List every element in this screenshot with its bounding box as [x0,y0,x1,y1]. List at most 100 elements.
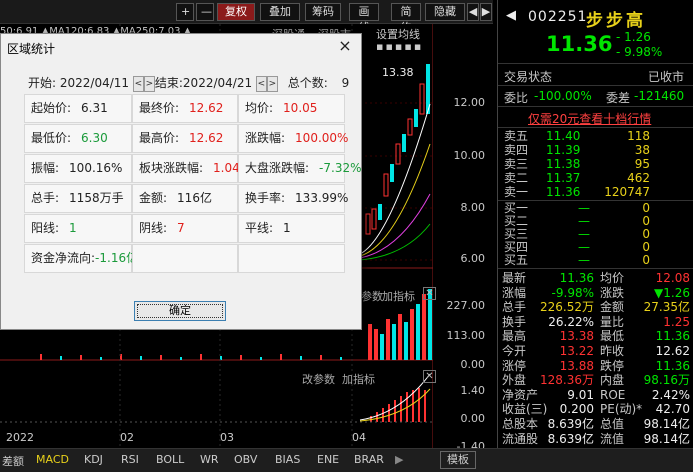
stat-value: 42.70 [655,402,690,417]
sell-label: 卖二 [504,171,529,185]
volume-baseline [40,354,342,360]
close-icon[interactable]: × [337,36,353,55]
stat-label: 跌停 [600,358,625,373]
stat-value: 10.05 [283,101,318,115]
stat-row: 涨幅 -9.98% 涨跌 ▼1.26 [498,286,693,301]
sell-price: 11.36 [546,185,581,199]
sell-price: 11.39 [546,143,581,157]
end-next-button[interactable]: > [266,75,278,92]
stat-value: 128.36万 [540,373,594,388]
stat-label: 内盘 [600,373,625,388]
stat-row: 换手 26.22% 量比 1.25 [498,315,693,330]
stat-label: 总手: [31,191,60,205]
stat-value: 133.99% [295,191,349,205]
tab-kdj[interactable]: KDJ [84,453,103,466]
next-arrow-icon[interactable]: ▶ [480,3,492,21]
yincang-dropdown[interactable]: 隐藏 ▾ [425,3,465,34]
macd-change-params-link[interactable]: 改参数 [302,371,335,387]
stat-cell: 阴线: 7 [132,214,238,243]
stat-cell: 起始价: 6.31 [24,94,132,123]
macd-add-indicator-link[interactable]: 加指标 [342,371,375,387]
candle [365,213,371,235]
quote-panel: ◀ 002251 步步高 11.36 - 1.26 - 9.98% 交易状态 已… [497,0,693,448]
vol-tick-227: 227.00 [446,299,486,312]
start-next-button[interactable]: > [143,75,155,92]
stat-label: ROE [600,387,626,402]
stat-label: 最低价: [31,131,72,145]
ok-button[interactable]: 确定 [134,301,226,321]
sell-price: 11.37 [546,171,581,185]
chouma-button[interactable]: 筹码● [305,3,341,32]
tab-brar[interactable]: BRAR [354,453,384,466]
sell-row-5: 卖五 11.40 118 [498,129,693,144]
prev-arrow-icon[interactable]: ◀ [467,3,479,21]
stat-row: 外盘 128.36万 内盘 98.16万 [498,373,693,388]
promo-link[interactable]: 仅需20元查看十档行情 [528,110,651,127]
candle [419,83,425,115]
tab-macd[interactable]: MACD [36,453,69,466]
stat-cell: 金额: 116亿 [132,184,238,213]
candle [395,143,401,165]
stat-label: 涨幅 [502,285,527,300]
stat-value: 12.62 [189,101,224,115]
stat-value: 1 [283,221,291,235]
zoom-out-button[interactable]: — [196,3,214,21]
huaxian-button[interactable]: 画线 [349,3,379,34]
stat-value: 226.52万 [540,300,594,315]
sell-vol: 95 [634,157,650,171]
tab-rsi[interactable]: RSI [121,453,139,466]
tab-obv[interactable]: OBV [234,453,257,466]
date-04: 04 [352,431,366,444]
end-prev-button[interactable]: < [255,75,267,92]
stat-value: 8.639亿 [547,417,594,431]
fuquan-dropdown[interactable]: 复权 ▾ [217,3,255,34]
stat-value: -7.32% [319,161,362,175]
stat-label: 板块涨跌幅: [139,161,204,175]
stat-value: 26.22% [548,314,594,329]
sell-label: 卖五 [504,129,529,143]
stat-cell: 最高价: 12.62 [132,124,238,153]
zoom-in-button[interactable]: + [176,3,194,21]
stat-row: 净资产 9.01 ROE 2.42% [498,388,693,403]
end-date: 2022/04/21 [182,76,253,90]
candle [390,164,394,182]
tab-boll[interactable]: BOLL [156,453,184,466]
stat-label: 外盘 [502,373,527,388]
stat-cell: 板块涨跌幅: 1.04% [132,154,251,183]
tab-ene[interactable]: ENE [317,453,339,466]
stat-cell: 平线: 1 [238,214,345,243]
sell-price: 11.40 [546,129,581,143]
sell-vol: 462 [627,171,650,185]
tab-more-right-icon[interactable]: ▶ [395,453,403,466]
stat-value: 12.62 [655,344,690,358]
template-button[interactable]: 模板 [440,451,476,469]
start-date: 2022/04/11 [59,76,130,90]
tab-bias[interactable]: BIAS [275,453,300,466]
dialog-title: 区域统计 [7,42,56,56]
macd-close-icon[interactable]: ✕ [423,370,436,383]
start-prev-button[interactable]: < [132,75,144,92]
sell-vol: 118 [627,129,650,143]
sell-label: 卖四 [504,143,529,157]
stat-label: 涨停 [502,358,527,373]
stat-label: 换手率: [245,191,286,205]
stat-row: 收益(三) 0.200 PE(动)* 42.70 [498,402,693,417]
stat-label: PE(动)* [600,402,643,417]
sell-row-4: 卖四 11.39 38 [498,143,693,158]
stat-value: 11.36 [655,358,690,373]
stat-label: 总手 [502,300,527,315]
stat-row: 流通股 8.639亿 流值 98.14亿 [498,432,693,447]
chart-toolbar: + — 复权 ▾ 叠加 ▾ 筹码● 画线 简约 隐藏 ▾ ◀ ▶ [0,0,493,34]
jianyue-button[interactable]: 简约 [391,3,421,34]
date-03: 03 [220,431,234,444]
stat-cell: 最低价: 6.30 [24,124,132,153]
vol-add-indicator-link[interactable]: 加指标 [382,288,415,304]
prev-stock-icon[interactable]: ◀ [506,8,516,23]
stat-cell: 振幅: 100.16% [24,154,132,183]
stat-value: 6.31 [81,101,108,115]
tab-wr[interactable]: WR [200,453,219,466]
diejia-dropdown[interactable]: 叠加 ▾ [260,3,300,34]
tab-chae[interactable]: 差额 [2,453,24,469]
ma10-line [359,143,431,257]
sell-vol: 38 [634,143,650,157]
